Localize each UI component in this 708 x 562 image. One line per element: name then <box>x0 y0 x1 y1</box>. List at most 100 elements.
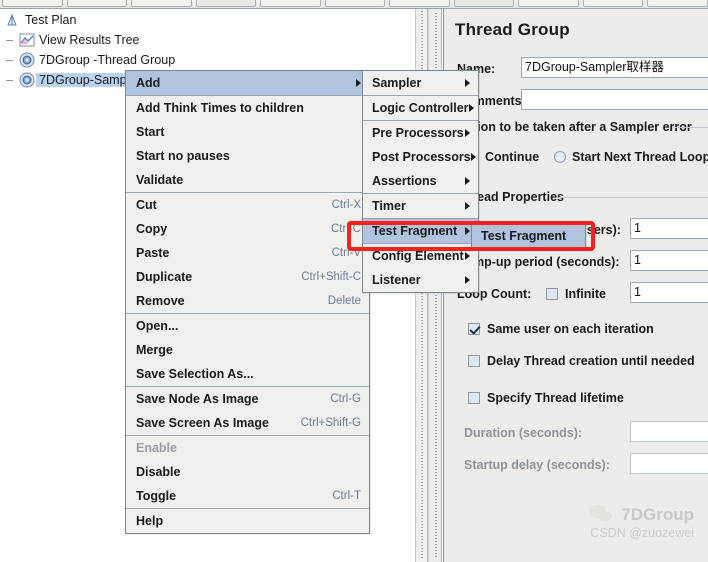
menu-item-save-screen-as-image[interactable]: Save Screen As Image Ctrl+Shift-G <box>126 411 369 435</box>
menu-item-save-selection-as[interactable]: Save Selection As... <box>126 362 369 386</box>
submenu-item-config-element[interactable]: Config Element <box>363 244 478 268</box>
test-fragment-submenu[interactable]: Test Fragment <box>471 223 586 249</box>
toolbar-button-2[interactable] <box>66 0 128 7</box>
chevron-right-icon <box>465 79 470 87</box>
menu-item-validate[interactable]: Validate <box>126 168 369 192</box>
menu-item-accelerator: Ctrl-V <box>331 247 361 259</box>
menu-item-label: Validate <box>136 173 184 187</box>
menu-item-remove[interactable]: Remove Delete <box>126 289 369 313</box>
menu-item-save-node-as-image[interactable]: Save Node As Image Ctrl-G <box>126 387 369 411</box>
name-input[interactable]: 7DGroup-Sampler取样器 <box>521 57 708 78</box>
infinite-label[interactable]: Infinite <box>565 287 606 301</box>
toolbar-button-9[interactable] <box>518 0 579 7</box>
tree-node-label: 7DGroup -Thread Group <box>39 53 176 67</box>
menu-item-label: Sampler <box>372 76 422 90</box>
chevron-right-icon <box>465 202 470 210</box>
menu-item-label: Config Element <box>372 249 464 263</box>
menu-item-start-no-pauses[interactable]: Start no pauses <box>126 144 369 168</box>
watermark-handle: CSDN @zuozewei <box>590 526 694 540</box>
submenu-item-test-fragment-leaf[interactable]: Test Fragment <box>472 224 585 248</box>
start-next-thread-loop-radio[interactable] <box>554 151 566 163</box>
ramp-up-period-input[interactable]: 1 <box>630 250 708 271</box>
infinite-checkbox[interactable] <box>546 288 558 300</box>
toolbar-button-11[interactable] <box>647 0 708 7</box>
menu-item-cut[interactable]: Cut Ctrl-X <box>126 193 369 217</box>
menu-item-accelerator: Ctrl-C <box>330 223 361 235</box>
menu-item-add[interactable]: Add <box>126 71 369 95</box>
menu-item-disable[interactable]: Disable <box>126 460 369 484</box>
startup-delay-input[interactable] <box>630 453 708 474</box>
specify-thread-lifetime-checkbox[interactable] <box>468 392 480 404</box>
tree-node-label: Test Plan <box>25 13 77 27</box>
tree-node-thread-group[interactable]: 7DGroup -Thread Group <box>4 51 178 69</box>
menu-item-merge[interactable]: Merge <box>126 338 369 362</box>
delay-thread-creation-checkbox[interactable] <box>468 355 480 367</box>
submenu-item-assertions[interactable]: Assertions <box>363 169 478 193</box>
chevron-right-icon <box>465 276 470 284</box>
menu-item-paste[interactable]: Paste Ctrl-V <box>126 241 369 265</box>
submenu-item-post-processors[interactable]: Post Processors <box>363 145 478 169</box>
menu-item-accelerator: Ctrl-T <box>332 490 361 502</box>
menu-item-label: Open... <box>136 319 179 333</box>
toolbar-button-4[interactable] <box>195 0 257 7</box>
submenu-item-pre-processors[interactable]: Pre Processors <box>363 121 478 145</box>
group-rule <box>674 127 708 128</box>
menu-item-label: Start no pauses <box>136 149 230 163</box>
submenu-item-listener[interactable]: Listener <box>363 268 478 292</box>
start-next-thread-loop-label[interactable]: Start Next Thread Loop <box>572 150 708 164</box>
toolbar-button-5[interactable] <box>260 0 321 7</box>
tree-node-view-results-tree[interactable]: View Results Tree <box>4 31 143 49</box>
menu-item-label: Toggle <box>136 489 177 503</box>
menu-item-label: Save Selection As... <box>136 367 254 381</box>
toolbar-button-10[interactable] <box>582 0 644 7</box>
watermark: 7DGroup CSDN @zuozewei <box>587 504 694 540</box>
comments-input[interactable] <box>521 89 708 110</box>
tree-connector <box>4 72 18 88</box>
number-of-threads-input[interactable]: 1 <box>630 218 708 239</box>
toolbar-button-1[interactable] <box>2 0 63 7</box>
duration-input[interactable] <box>630 421 708 442</box>
toolbar-button-6[interactable] <box>324 0 386 7</box>
menu-item-label: Remove <box>136 294 185 308</box>
menu-item-label: Save Node As Image <box>136 392 259 406</box>
thread-group-icon <box>18 72 36 88</box>
menu-item-accelerator: Ctrl-X <box>331 199 361 211</box>
menu-item-copy[interactable]: Copy Ctrl-C <box>126 217 369 241</box>
menu-item-label: Add <box>136 76 161 90</box>
startup-delay-label: Startup delay (seconds): <box>464 458 610 472</box>
menu-item-accelerator: Ctrl+Shift-C <box>301 271 361 283</box>
watermark-brand: 7DGroup <box>621 505 694 524</box>
add-submenu[interactable]: Sampler Logic Controller Pre Processors … <box>362 70 479 293</box>
menu-item-add-think-times[interactable]: Add Think Times to children <box>126 96 369 120</box>
toolbar-button-3[interactable] <box>131 0 192 7</box>
duration-label: Duration (seconds): <box>464 426 583 440</box>
chevron-right-icon <box>356 79 361 87</box>
tree-node-test-plan[interactable]: Test Plan <box>4 11 79 29</box>
loop-count-input[interactable]: 1 <box>630 282 708 303</box>
tree-node-sampler-thread-group[interactable]: 7DGroup-Sampler <box>4 71 144 89</box>
toolbar-button-7[interactable] <box>389 0 450 7</box>
toolbar-button-8[interactable] <box>453 0 515 7</box>
tree-node-context-menu[interactable]: Add Add Think Times to children Start St… <box>125 70 370 534</box>
same-user-label[interactable]: Same user on each iteration <box>487 322 654 336</box>
menu-item-open[interactable]: Open... <box>126 314 369 338</box>
submenu-item-timer[interactable]: Timer <box>363 194 478 218</box>
specify-thread-lifetime-label[interactable]: Specify Thread lifetime <box>487 391 624 405</box>
chevron-right-icon <box>465 252 470 260</box>
submenu-item-logic-controller[interactable]: Logic Controller <box>363 96 478 120</box>
submenu-item-test-fragment[interactable]: Test Fragment <box>363 219 478 243</box>
tree-node-label: View Results Tree <box>39 33 140 47</box>
submenu-item-sampler[interactable]: Sampler <box>363 71 478 95</box>
chevron-right-icon <box>470 153 476 161</box>
chevron-right-icon <box>465 227 470 235</box>
group-rule <box>557 197 708 198</box>
menu-item-label: Test Fragment <box>372 224 458 238</box>
delay-thread-creation-label[interactable]: Delay Thread creation until needed <box>487 354 695 368</box>
menu-item-duplicate[interactable]: Duplicate Ctrl+Shift-C <box>126 265 369 289</box>
menu-item-toggle[interactable]: Toggle Ctrl-T <box>126 484 369 508</box>
same-user-checkbox[interactable] <box>468 323 480 335</box>
toolbar <box>0 0 708 9</box>
menu-item-help[interactable]: Help <box>126 509 369 533</box>
menu-item-start[interactable]: Start <box>126 120 369 144</box>
continue-radio-label[interactable]: Continue <box>485 150 539 164</box>
